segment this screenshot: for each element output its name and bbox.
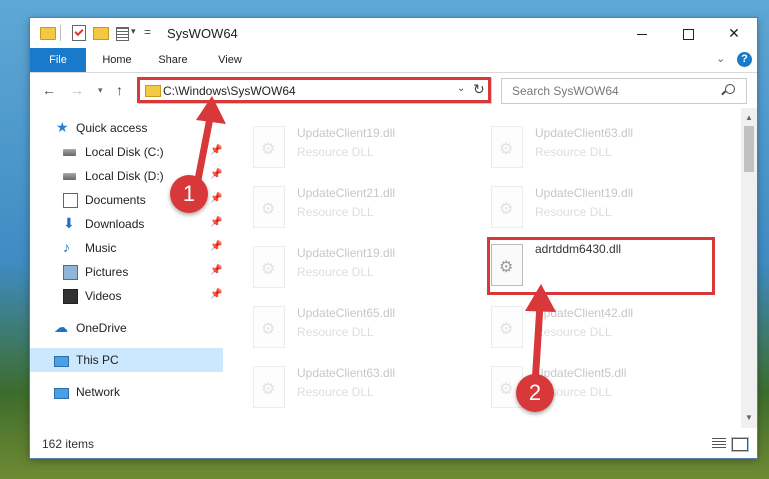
step-1-badge: 1 [170,175,208,213]
step-2-badge: 2 [516,374,554,412]
arrow-1 [192,96,226,194]
annotation-arrows [192,96,556,389]
arrow-2 [525,284,556,389]
